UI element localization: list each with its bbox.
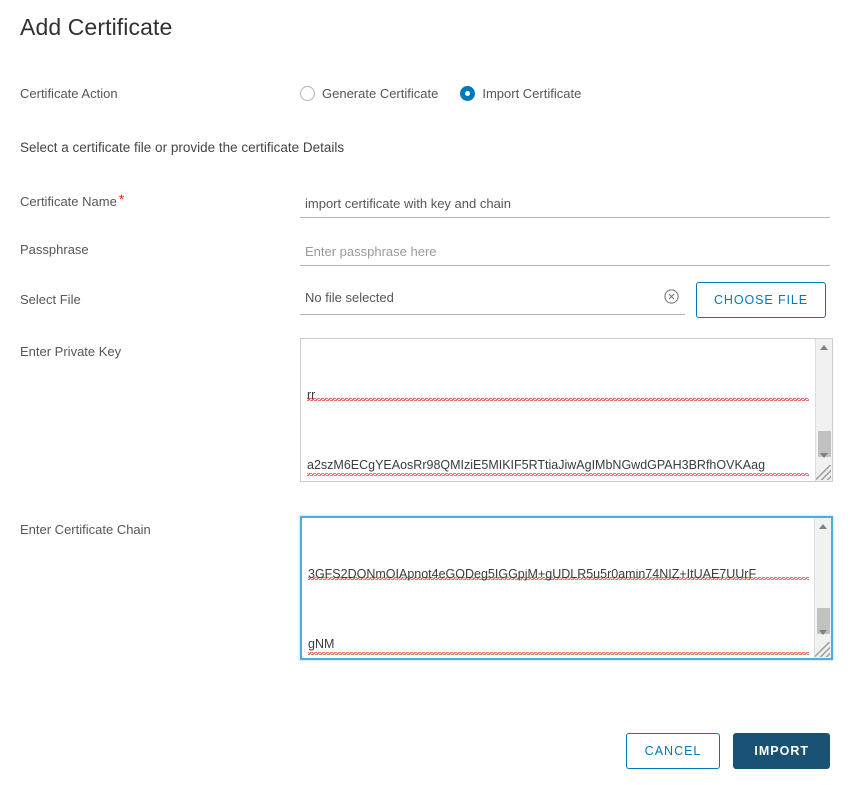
passphrase-input[interactable] [300,242,830,266]
resize-grip-icon[interactable] [815,642,830,657]
private-key-scrollbar[interactable] [815,339,832,481]
radio-generate-certificate[interactable]: Generate Certificate [300,86,438,101]
certificate-action-field: Generate Certificate Import Certificate [300,86,581,101]
scroll-up-arrow-icon[interactable] [815,518,831,535]
certificate-chain-line: gNM [308,632,809,657]
certificate-chain-line: 3GFS2DONmOIApnot4eGODeg5IGGpjM+gUDLR5u5r… [308,569,809,582]
certificate-name-input[interactable] [300,194,830,218]
scroll-down-arrow-icon[interactable] [815,624,831,641]
resize-grip-icon[interactable] [816,465,831,480]
required-marker: * [118,191,125,207]
radio-circle-icon[interactable] [300,86,315,101]
radio-import-certificate[interactable]: Import Certificate [460,86,581,101]
certificate-name-field [300,194,830,218]
certificate-chain-textarea[interactable]: 3GFS2DONmOIApnot4eGODeg5IGGpjM+gUDLR5u5r… [300,516,833,660]
certificate-name-label-text: Certificate Name [20,194,117,209]
section-note: Select a certificate file or provide the… [20,140,345,155]
select-file-wrap: No file selected CHOOSE FILE [300,282,826,318]
clear-circle-icon[interactable] [664,289,679,304]
private-key-label: Enter Private Key [20,344,122,359]
radio-circle-selected-icon[interactable] [460,86,476,101]
select-file-label: Select File [20,292,81,307]
cancel-button[interactable]: CANCEL [625,733,721,769]
scroll-down-arrow-icon[interactable] [816,447,832,464]
private-key-content[interactable]: rr a2szM6ECgYEAosRr98QMIziE5MIKIF5RTtiaJ… [301,339,815,481]
choose-file-button[interactable]: CHOOSE FILE [696,282,826,318]
certificate-chain-content[interactable]: 3GFS2DONmOIApnot4eGODeg5IGGpjM+gUDLR5u5r… [302,518,815,658]
private-key-line: rr [307,390,809,403]
private-key-textarea[interactable]: rr a2szM6ECgYEAosRr98QMIziE5MIKIF5RTtiaJ… [300,338,833,482]
footer-actions: CANCEL IMPORT [625,733,830,769]
radio-generate-certificate-label: Generate Certificate [322,86,439,101]
radio-import-certificate-label: Import Certificate [482,86,582,101]
passphrase-field [300,242,830,266]
private-key-line: a2szM6ECgYEAosRr98QMIziE5MIKIF5RTtiaJiwA… [307,453,809,478]
passphrase-label: Passphrase [20,242,89,257]
certificate-chain-field: 3GFS2DONmOIApnot4eGODeg5IGGpjM+gUDLR5u5r… [300,516,833,660]
certificate-action-radio-group: Generate Certificate Import Certificate [300,86,581,101]
certificate-chain-label: Enter Certificate Chain [20,522,151,537]
page-title: Add Certificate [20,14,173,40]
certificate-chain-scrollbar[interactable] [814,518,831,658]
private-key-field: rr a2szM6ECgYEAosRr98QMIziE5MIKIF5RTtiaJ… [300,338,833,482]
certificate-name-label: Certificate Name * [20,191,290,210]
select-file-field: No file selected CHOOSE FILE [300,282,826,318]
selected-file-display[interactable]: No file selected [300,282,685,315]
certificate-action-label: Certificate Action [20,86,118,101]
import-button[interactable]: IMPORT [733,733,830,769]
scroll-up-arrow-icon[interactable] [816,339,832,356]
selected-file-text: No file selected [305,290,394,305]
